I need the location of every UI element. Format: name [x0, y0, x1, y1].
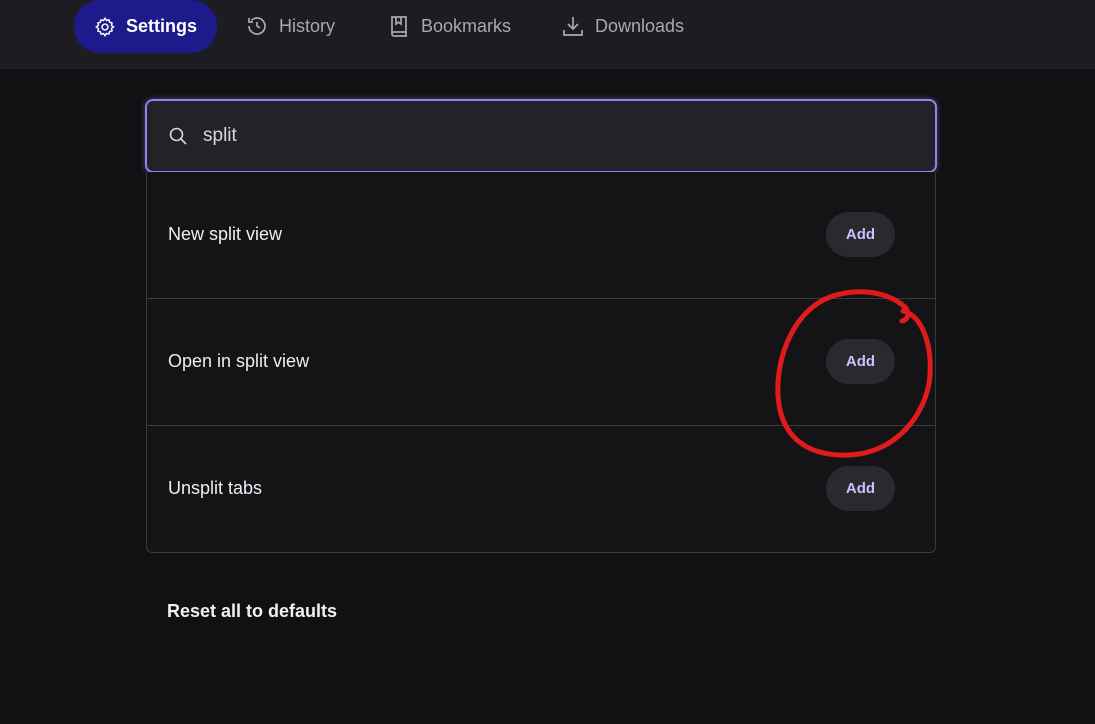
result-label: New split view	[168, 224, 283, 244]
tab-settings-label: Settings	[125, 16, 197, 36]
tab-history[interactable]: History	[245, 0, 335, 52]
search-icon	[169, 127, 187, 145]
tab-history-label: History	[279, 15, 336, 36]
history-icon	[248, 17, 266, 35]
result-row: New split view Add	[147, 172, 935, 299]
search-input[interactable]	[203, 121, 903, 151]
tab-downloads-label: Downloads	[595, 15, 685, 36]
add-unsplit-tabs-button[interactable]: Add	[826, 466, 895, 511]
tab-settings[interactable]: Settings	[74, 0, 217, 53]
reset-all-defaults-link[interactable]: Reset all to defaults	[167, 601, 337, 622]
result-label: Open in split view	[168, 351, 310, 371]
search-box	[145, 99, 937, 173]
add-open-in-split-view-button[interactable]: Add	[826, 339, 895, 384]
add-new-split-view-button[interactable]: Add	[826, 212, 895, 257]
result-label: Unsplit tabs	[168, 478, 263, 498]
result-row: Unsplit tabs Add	[147, 426, 935, 553]
bookmark-icon	[391, 16, 407, 37]
search-results-list: New split view Add Open in split view Ad…	[146, 172, 936, 553]
top-nav-bar: Settings History Bookmarks Downloads	[0, 0, 1095, 69]
gear-icon	[95, 16, 115, 37]
tab-downloads[interactable]: Downloads	[561, 0, 684, 52]
result-row: Open in split view Add	[147, 299, 935, 426]
tab-bookmarks[interactable]: Bookmarks	[387, 0, 511, 52]
download-icon	[563, 17, 583, 36]
tab-bookmarks-label: Bookmarks	[421, 15, 512, 36]
